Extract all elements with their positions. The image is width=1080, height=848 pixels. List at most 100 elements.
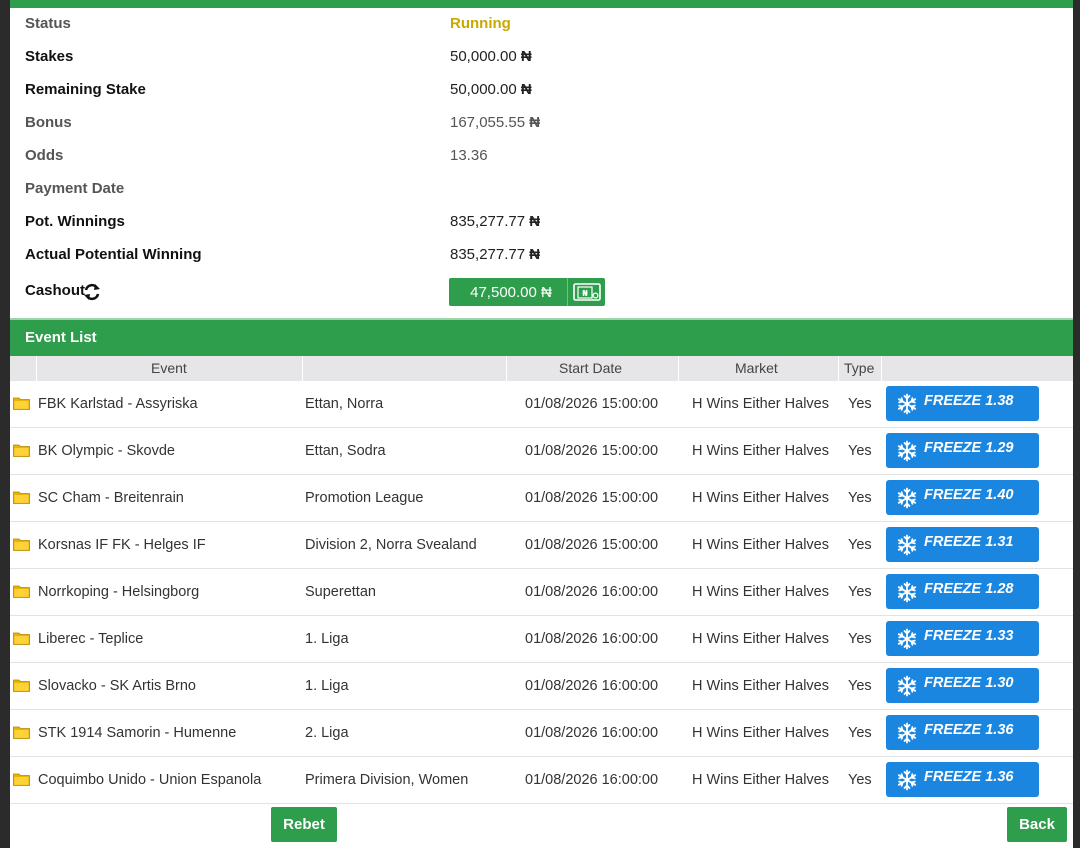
table-row: FBK Karlstad - Assyriska Ettan, Norra 01/0… <box>10 381 1073 428</box>
top-accent-bar <box>10 0 1073 8</box>
payment-date-label: Payment Date <box>25 180 125 197</box>
col-event: Event <box>151 360 187 376</box>
rebet-button[interactable]: Rebet <box>271 807 337 842</box>
freeze-label: FREEZE 1.40 <box>924 486 1014 503</box>
col-divider <box>881 356 882 381</box>
payment-date-row: Payment Date <box>10 180 1073 200</box>
event-market: H Wins Either Halves <box>692 631 829 647</box>
remaining-stake-label: Remaining Stake <box>25 81 146 98</box>
event-type: Yes <box>848 443 872 459</box>
event-market: H Wins Either Halves <box>692 443 829 459</box>
event-name: STK 1914 Samorin - Humenne <box>38 725 237 741</box>
snowflake-icon <box>897 534 917 555</box>
folder-icon[interactable] <box>13 396 30 410</box>
event-type: Yes <box>848 725 872 741</box>
freeze-button[interactable]: FREEZE 1.31 <box>886 527 1039 562</box>
event-market: H Wins Either Halves <box>692 490 829 506</box>
event-type: Yes <box>848 490 872 506</box>
actual-potential-winning-label: Actual Potential Winning <box>25 246 202 263</box>
folder-icon[interactable] <box>13 772 30 786</box>
event-name: Coquimbo Unido - Union Espanola <box>38 772 262 788</box>
event-start-date: 01/08/2026 15:00:00 <box>525 490 659 506</box>
freeze-button[interactable]: FREEZE 1.40 <box>886 480 1039 515</box>
freeze-label: FREEZE 1.33 <box>924 627 1014 644</box>
event-type: Yes <box>848 396 872 412</box>
refresh-icon[interactable] <box>82 282 102 302</box>
pot-winnings-label: Pot. Winnings <box>25 213 125 230</box>
freeze-button[interactable]: FREEZE 1.36 <box>886 715 1039 750</box>
event-market: H Wins Either Halves <box>692 537 829 553</box>
event-league: Superettan <box>305 584 376 600</box>
table-row: STK 1914 Samorin - Humenne 2. Liga 01/08/2… <box>10 710 1073 757</box>
snowflake-icon <box>897 440 917 461</box>
freeze-button[interactable]: FREEZE 1.33 <box>886 621 1039 656</box>
event-type: Yes <box>848 772 872 788</box>
freeze-button[interactable]: FREEZE 1.29 <box>886 433 1039 468</box>
event-league: Division 2, Norra Svealand <box>305 537 477 553</box>
table-row: Coquimbo Unido - Union Espanola Primera D… <box>10 757 1073 804</box>
event-league: Primera Division, Women <box>305 772 469 788</box>
svg-text:₦: ₦ <box>582 289 588 298</box>
folder-icon[interactable] <box>13 725 30 739</box>
event-market: H Wins Either Halves <box>692 396 829 412</box>
event-start-date: 01/08/2026 16:00:00 <box>525 584 659 600</box>
folder-icon[interactable] <box>13 490 30 504</box>
snowflake-icon <box>897 487 917 508</box>
status-label: Status <box>25 15 71 32</box>
stakes-value: 50,000.00 ₦ <box>450 48 532 65</box>
col-start-date: Start Date <box>559 360 623 376</box>
pot-winnings-value: 835,277.77 ₦ <box>450 213 541 230</box>
stakes-row: Stakes 50,000.00 ₦ <box>10 48 1073 68</box>
freeze-label: FREEZE 1.36 <box>924 721 1014 738</box>
event-market: H Wins Either Halves <box>692 584 829 600</box>
snowflake-icon <box>897 769 917 790</box>
freeze-label: FREEZE 1.36 <box>924 768 1014 785</box>
folder-icon[interactable] <box>13 443 30 457</box>
event-market: H Wins Either Halves <box>692 678 829 694</box>
event-name: Slovacko - SK Artis Brno <box>38 678 196 694</box>
folder-icon[interactable] <box>13 584 30 598</box>
event-league: 1. Liga <box>305 678 349 694</box>
folder-icon[interactable] <box>13 631 30 645</box>
folder-icon[interactable] <box>13 537 30 551</box>
event-name: Liberec - Teplice <box>38 631 144 647</box>
status-row: Status Running <box>10 15 1073 35</box>
event-start-date: 01/08/2026 16:00:00 <box>525 772 659 788</box>
snowflake-icon <box>897 628 917 649</box>
event-league: Promotion League <box>305 490 424 506</box>
freeze-label: FREEZE 1.31 <box>924 533 1014 550</box>
freeze-button[interactable]: FREEZE 1.36 <box>886 762 1039 797</box>
event-league: 2. Liga <box>305 725 349 741</box>
table-row: BK Olympic - Skovde Ettan, Sodra 01/08/202… <box>10 428 1073 475</box>
pot-winnings-row: Pot. Winnings 835,277.77 ₦ <box>10 213 1073 233</box>
bonus-row: Bonus 167,055.55 ₦ <box>10 114 1073 134</box>
freeze-label: FREEZE 1.28 <box>924 580 1014 597</box>
event-market: H Wins Either Halves <box>692 725 829 741</box>
stakes-label: Stakes <box>25 48 74 65</box>
event-name: BK Olympic - Skovde <box>38 443 175 459</box>
col-divider <box>678 356 679 381</box>
event-start-date: 01/08/2026 16:00:00 <box>525 631 659 647</box>
event-list-header: Event List <box>10 320 1073 356</box>
event-name: Norrkoping - Helsingborg <box>38 584 200 600</box>
event-type: Yes <box>848 537 872 553</box>
remaining-stake-value: 50,000.00 ₦ <box>450 81 532 98</box>
event-type: Yes <box>848 631 872 647</box>
back-button[interactable]: Back <box>1007 807 1067 842</box>
bet-details-panel: Status Running Stakes 50,000.00 ₦ Remain… <box>10 0 1073 848</box>
folder-icon[interactable] <box>13 678 30 692</box>
event-league: Ettan, Norra <box>305 396 384 412</box>
snowflake-icon <box>897 675 917 696</box>
col-divider <box>302 356 303 381</box>
event-league: Ettan, Sodra <box>305 443 386 459</box>
freeze-button[interactable]: FREEZE 1.30 <box>886 668 1039 703</box>
table-row: Liberec - Teplice 1. Liga 01/08/2026 16:00… <box>10 616 1073 663</box>
event-name: FBK Karlstad - Assyriska <box>38 396 198 412</box>
snowflake-icon <box>897 393 917 414</box>
freeze-button[interactable]: FREEZE 1.28 <box>886 574 1039 609</box>
cashout-button[interactable]: 47,500.00 ₦ ₦ <box>449 278 605 306</box>
table-row: SC Cham - Breitenrain Promotion League 01/… <box>10 475 1073 522</box>
snowflake-icon <box>897 722 917 743</box>
freeze-button[interactable]: FREEZE 1.38 <box>886 386 1039 421</box>
odds-value: 13.36 <box>450 147 488 164</box>
